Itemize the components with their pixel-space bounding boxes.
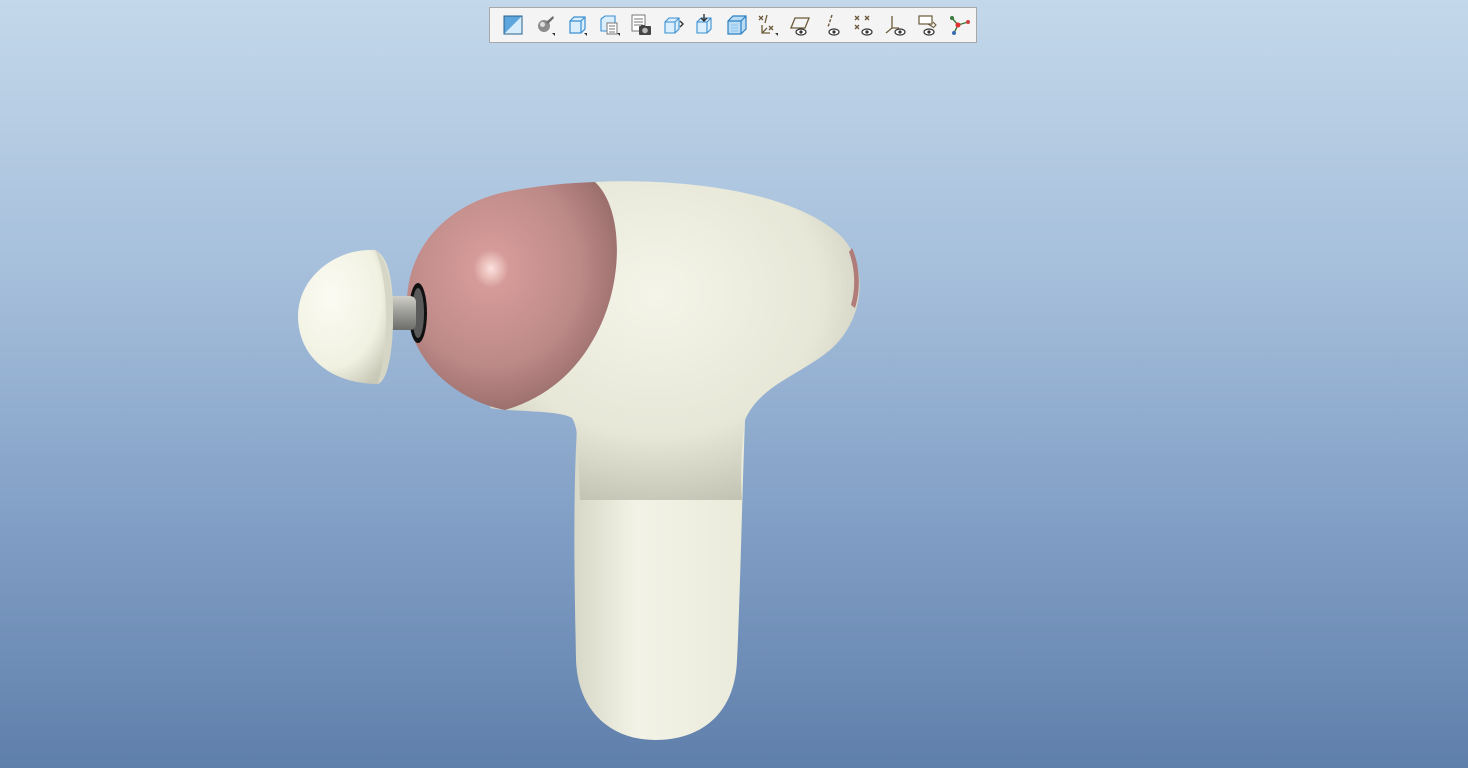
point-display-button[interactable] xyxy=(848,10,880,40)
zoom-out-button[interactable] xyxy=(689,10,721,40)
graphics-viewport[interactable] xyxy=(0,0,1468,768)
zoom-in-button[interactable] xyxy=(657,10,689,40)
plane-display-button[interactable] xyxy=(784,10,816,40)
refit-view-icon xyxy=(503,15,523,35)
massage-head xyxy=(298,249,393,384)
display-style-icon xyxy=(537,16,555,36)
zoom-in-icon xyxy=(664,17,684,34)
annotation-display-icon xyxy=(918,15,937,36)
datum-display-filters-icon xyxy=(759,14,779,36)
view-manager-button[interactable] xyxy=(625,10,657,40)
csys-display-button[interactable] xyxy=(880,10,912,40)
axis-display-button[interactable] xyxy=(816,10,848,40)
view-manager-icon xyxy=(631,14,651,35)
plane-display-icon xyxy=(790,17,811,36)
saved-views-icon xyxy=(600,15,620,36)
spin-center-icon xyxy=(950,16,971,35)
repaint-button[interactable] xyxy=(721,10,753,40)
datum-display-filters-button[interactable] xyxy=(753,10,785,40)
repaint-icon xyxy=(726,15,747,35)
zoom-out-icon xyxy=(696,14,712,34)
saved-views-button[interactable] xyxy=(593,10,625,40)
view-toolbar xyxy=(489,7,977,43)
standard-orientation-icon xyxy=(569,16,587,36)
refit-button[interactable] xyxy=(497,10,529,40)
point-display-icon xyxy=(854,15,873,36)
axis-display-icon xyxy=(827,14,840,36)
standard-orientation-button[interactable] xyxy=(561,10,593,40)
annotation-display-button[interactable] xyxy=(912,10,944,40)
massage-gun-model[interactable] xyxy=(0,0,1468,768)
csys-display-icon xyxy=(885,16,906,36)
spin-center-button[interactable] xyxy=(944,10,976,40)
display-style-button[interactable] xyxy=(529,10,561,40)
